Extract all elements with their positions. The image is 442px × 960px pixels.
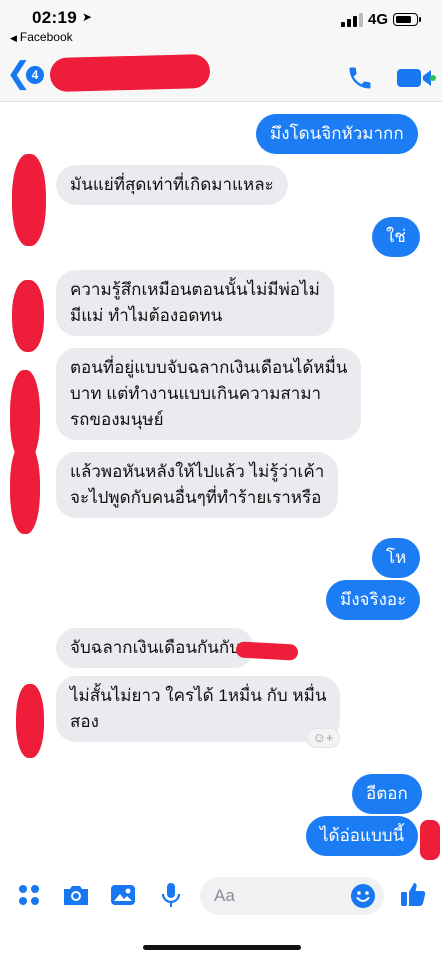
message-bubble[interactable]: ตอนที่อยู่แบบจับฉลากเงินเดือนได้หมื่น บา… xyxy=(56,348,362,440)
home-indicator[interactable] xyxy=(143,945,301,950)
battery-icon xyxy=(393,13,421,26)
network-type: 4G xyxy=(368,11,389,28)
cell-signal-icon xyxy=(341,13,363,27)
message-bubble[interactable]: ความรู้สึกเหมือนตอนนั้นไม่มีพ่อไม่ มีแม่… xyxy=(56,270,334,336)
unread-count-badge: 4 xyxy=(26,66,44,84)
avatar xyxy=(16,684,44,758)
composer-bar: Aa xyxy=(0,870,442,922)
message-bubble[interactable]: มึงจริงอะ xyxy=(326,580,421,620)
avatar xyxy=(12,280,44,352)
phone-icon[interactable] xyxy=(346,64,374,92)
message-bubble[interactable]: มันแย่ที่สุดเท่าที่เกิดมาแหละ xyxy=(56,165,288,205)
back-app-label: Facebook xyxy=(19,30,73,44)
back-to-app-link[interactable]: ◀ Facebook xyxy=(10,30,73,44)
camera-icon[interactable] xyxy=(61,880,91,910)
message-input[interactable]: Aa xyxy=(200,877,384,915)
message-bubble[interactable]: ไม่สั้นไม่ยาว ใครได้ 1หมื่น กับ หมื่น สอ… xyxy=(56,676,341,742)
message-list[interactable]: มึงโดนจิกหัวมากก มันแย่ที่สุดเท่าที่เกิด… xyxy=(0,102,442,862)
message-bubble[interactable]: ใช่ xyxy=(372,217,420,257)
message-bubble[interactable]: แล้วพอหันหลังให้ไปแล้ว ไม่รู้ว่าเค้า จะไ… xyxy=(56,452,339,518)
location-arrow-icon: ➤ xyxy=(82,10,93,24)
redacted-name xyxy=(235,641,299,661)
avatar xyxy=(12,154,46,246)
avatar xyxy=(10,442,40,534)
message-bubble[interactable]: โห xyxy=(372,538,421,578)
microphone-icon[interactable] xyxy=(156,880,186,910)
status-time: 02:19 xyxy=(32,8,77,27)
add-reaction-button[interactable]: ☺+ xyxy=(306,728,340,748)
avatar xyxy=(420,820,440,860)
back-triangle-icon: ◀ xyxy=(10,33,17,43)
message-bubble[interactable]: มึงโดนจิกหัวมากก xyxy=(256,114,418,154)
message-bubble[interactable]: ได้อ่อแบบนี้ xyxy=(306,816,419,856)
video-camera-icon[interactable] xyxy=(396,65,436,91)
status-bar: 02:19 ➤ ◀ Facebook 4G xyxy=(0,0,442,50)
four-dots-icon[interactable] xyxy=(14,880,44,910)
message-input-placeholder: Aa xyxy=(214,886,235,905)
redacted-contact-name xyxy=(49,53,211,93)
image-icon[interactable] xyxy=(108,880,138,910)
message-bubble[interactable]: อีตอก xyxy=(352,774,422,814)
message-bubble[interactable]: จับฉลากเงินเดือนกันกับ xyxy=(56,628,254,668)
thumbs-up-icon[interactable] xyxy=(398,880,428,910)
smiley-icon[interactable] xyxy=(350,883,376,909)
